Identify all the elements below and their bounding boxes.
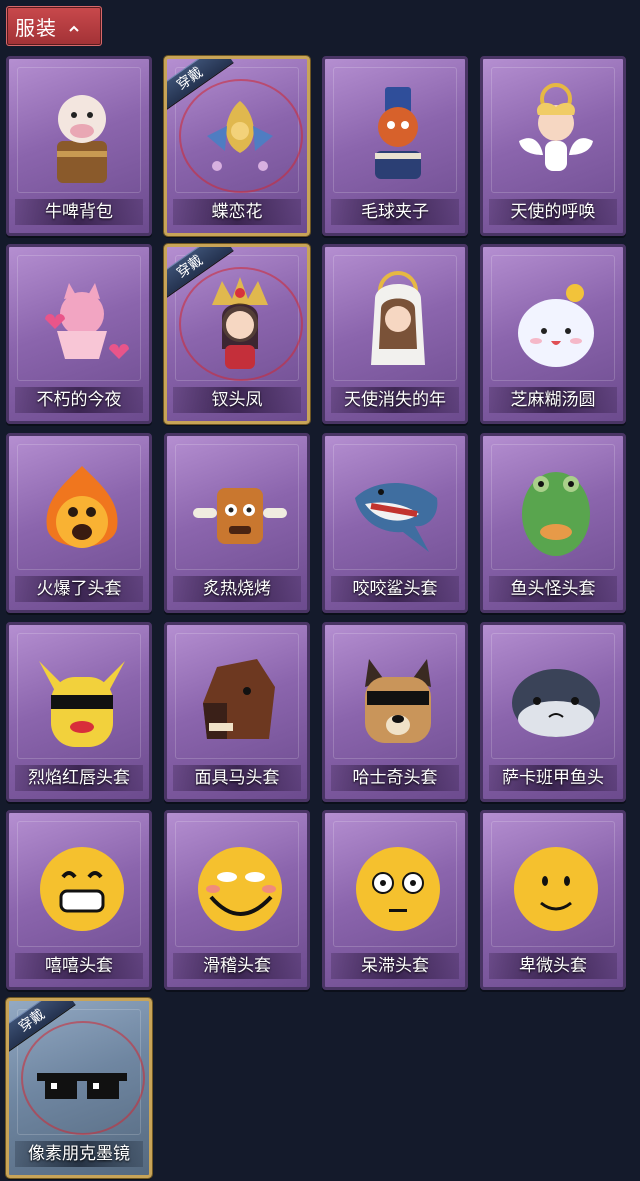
costume-label: 牛啤背包 — [15, 199, 143, 225]
costume-label: 咬咬鲨头套 — [331, 576, 459, 602]
costume-card[interactable]: 卑微头套 — [480, 810, 626, 990]
costume-label: 毛球夹子 — [331, 199, 459, 225]
costume-label: 呆滞头套 — [331, 953, 459, 979]
chevron-up-icon — [69, 25, 79, 32]
costume-card[interactable]: 炙热烧烤 — [164, 433, 310, 613]
costume-label: 萨卡班甲鱼头 — [489, 765, 617, 791]
costume-card[interactable]: 穿戴 钗头凤 — [164, 244, 310, 424]
cow-beer-backpack-icon — [57, 95, 107, 183]
costume-card[interactable]: 天使的呼唤 — [480, 56, 626, 236]
costume-label: 烈焰红唇头套 — [15, 765, 143, 791]
costume-card[interactable]: 天使消失的年 — [322, 244, 468, 424]
red-panda-drummer-icon — [375, 87, 421, 179]
costume-label: 滑稽头套 — [173, 953, 301, 979]
fish-monster-head-icon — [522, 472, 590, 556]
costume-label: 天使消失的年 — [331, 387, 459, 413]
pikachu-lips-head-icon — [39, 661, 125, 747]
funny-smile-emoji-head-icon — [198, 847, 282, 931]
costume-label: 像素朋克墨镜 — [15, 1141, 143, 1167]
costume-card[interactable]: 嘻嘻头套 — [6, 810, 152, 990]
costume-label: 鱼头怪头套 — [489, 576, 617, 602]
costume-card[interactable]: 鱼头怪头套 — [480, 433, 626, 613]
flame-head-icon — [46, 466, 118, 548]
costume-card[interactable]: 呆滞头套 — [322, 810, 468, 990]
butterfly-flower-crown-icon — [207, 101, 273, 171]
grin-emoji-head-icon — [40, 847, 124, 931]
costume-label: 芝麻糊汤圆 — [489, 387, 617, 413]
costume-card[interactable]: 牛啤背包 — [6, 56, 152, 236]
costume-card[interactable]: 火爆了头套 — [6, 433, 152, 613]
costume-card[interactable]: 毛球夹子 — [322, 56, 468, 236]
costume-card[interactable]: 面具马头套 — [164, 622, 310, 802]
costume-card[interactable]: 萨卡班甲鱼头 — [480, 622, 626, 802]
costume-label: 炙热烧烤 — [173, 576, 301, 602]
horse-mask-head-icon — [203, 659, 275, 739]
sacabambaspis-head-icon — [512, 669, 600, 737]
bbq-meat-head-icon — [193, 488, 287, 544]
costume-label: 哈士奇头套 — [331, 765, 459, 791]
costume-label: 卑微头套 — [489, 953, 617, 979]
costume-card[interactable]: 不朽的今夜 — [6, 244, 152, 424]
costume-label: 蝶恋花 — [173, 199, 301, 225]
costume-card[interactable]: 穿戴 蝶恋花 — [164, 56, 310, 236]
angel-cherub-icon — [519, 83, 593, 171]
section-title: 服装 — [15, 15, 57, 40]
shark-head-icon — [355, 483, 438, 552]
shy-emoji-head-icon — [514, 847, 598, 931]
veiled-girl-halo-icon — [371, 271, 425, 365]
phoenix-crown-doll-icon — [212, 277, 268, 369]
pink-cat-bowl-icon — [45, 283, 129, 359]
costume-card[interactable]: 咬咬鲨头套 — [322, 433, 468, 613]
costume-label: 面具马头套 — [173, 765, 301, 791]
costume-card[interactable]: 芝麻糊汤圆 — [480, 244, 626, 424]
costume-card[interactable]: 哈士奇头套 — [322, 622, 468, 802]
costume-label: 天使的呼唤 — [489, 199, 617, 225]
costume-label: 火爆了头套 — [15, 576, 143, 602]
rice-ball-flower-icon — [518, 284, 594, 367]
husky-sunglasses-head-icon — [365, 659, 431, 743]
costume-card[interactable]: 滑稽头套 — [164, 810, 310, 990]
costume-card[interactable]: 烈焰红唇头套 — [6, 622, 152, 802]
costume-label: 嘻嘻头套 — [15, 953, 143, 979]
blank-stare-emoji-head-icon — [356, 847, 440, 931]
costume-label: 钗头凤 — [173, 387, 301, 413]
pixel-sunglasses-icon — [37, 1073, 127, 1099]
costume-section-toggle[interactable]: 服装 — [6, 6, 102, 46]
costume-card[interactable]: 穿戴 像素朋克墨镜 — [6, 998, 152, 1178]
costume-label: 不朽的今夜 — [15, 387, 143, 413]
